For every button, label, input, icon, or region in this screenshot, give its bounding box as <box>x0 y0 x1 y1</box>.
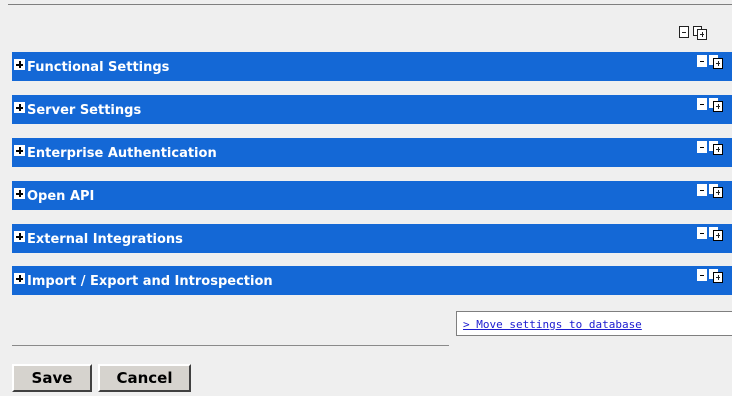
section-external-integrations[interactable]: External Integrations <box>12 224 732 253</box>
expand-plus-icon[interactable] <box>14 59 25 70</box>
collapse-icon[interactable] <box>697 227 707 239</box>
section-title: Server Settings <box>27 103 142 118</box>
section-tools <box>697 55 723 69</box>
collapse-icon[interactable] <box>697 98 707 110</box>
section-import-export-introspection[interactable]: Import / Export and Introspection <box>12 266 732 295</box>
expand-plus-icon[interactable] <box>14 231 25 242</box>
expand-icon[interactable] <box>709 227 723 241</box>
bottom-divider <box>12 345 449 346</box>
section-open-api[interactable]: Open API <box>12 181 732 210</box>
section-title: External Integrations <box>27 232 183 247</box>
cancel-button[interactable]: Cancel <box>98 364 191 392</box>
section-tools <box>697 227 723 241</box>
collapse-icon[interactable] <box>697 141 707 153</box>
save-button[interactable]: Save <box>12 364 92 392</box>
section-enterprise-authentication[interactable]: Enterprise Authentication <box>12 138 732 167</box>
expand-plus-icon[interactable] <box>14 102 25 113</box>
collapse-all-icon[interactable] <box>679 26 689 38</box>
move-settings-link[interactable]: > Move settings to database <box>463 318 642 331</box>
expand-plus-icon[interactable] <box>14 188 25 199</box>
expand-plus-icon[interactable] <box>14 145 25 156</box>
expand-icon[interactable] <box>709 98 723 112</box>
expand-icon[interactable] <box>709 269 723 283</box>
expand-icon[interactable] <box>709 184 723 198</box>
section-tools <box>697 269 723 283</box>
expand-all-icon[interactable] <box>693 26 707 40</box>
section-title: Enterprise Authentication <box>27 146 217 161</box>
section-server-settings[interactable]: Server Settings <box>12 95 732 124</box>
section-tools <box>697 141 723 155</box>
section-title: Functional Settings <box>27 60 170 75</box>
collapse-icon[interactable] <box>697 269 707 281</box>
collapse-icon[interactable] <box>697 55 707 67</box>
section-functional-settings[interactable]: Functional Settings <box>12 52 732 81</box>
move-settings-panel: > Move settings to database <box>456 311 732 336</box>
expand-plus-icon[interactable] <box>14 273 25 284</box>
expand-icon[interactable] <box>709 141 723 155</box>
section-title: Import / Export and Introspection <box>27 274 273 289</box>
expand-icon[interactable] <box>709 55 723 69</box>
section-tools <box>697 184 723 198</box>
global-toolbar <box>679 26 707 40</box>
top-divider <box>8 4 732 5</box>
section-tools <box>697 98 723 112</box>
collapse-icon[interactable] <box>697 184 707 196</box>
section-title: Open API <box>27 189 95 204</box>
